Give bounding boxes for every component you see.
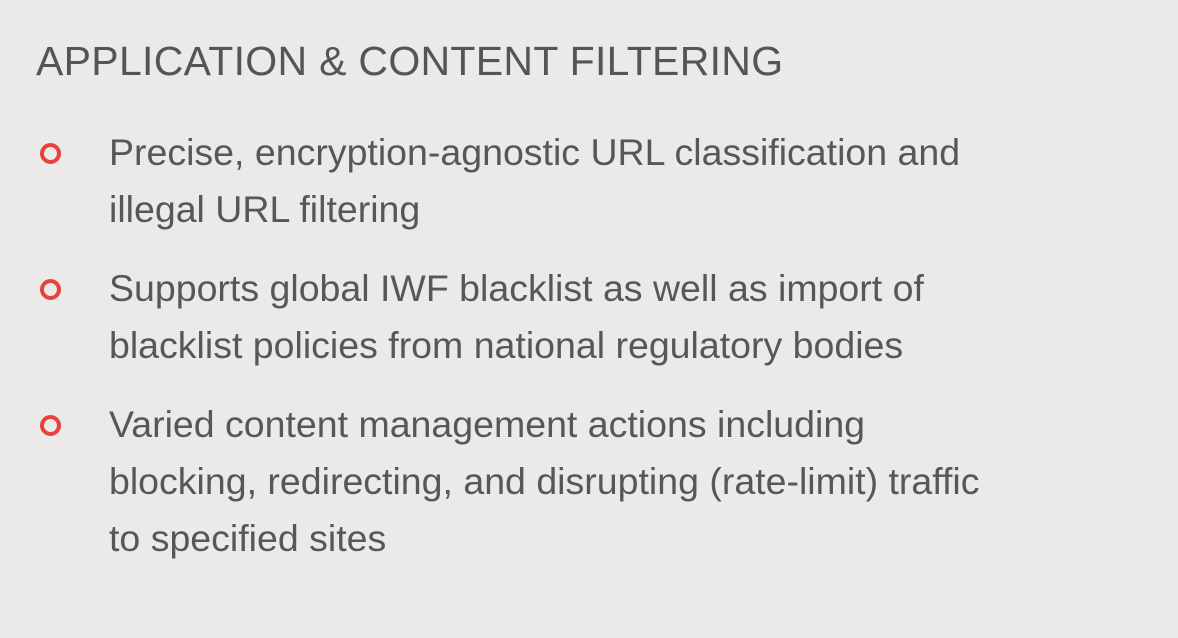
bullet-line: Varied content management actions includ…	[109, 403, 866, 445]
bullet-circle-icon	[40, 143, 61, 164]
bullet-line: Supports global IWF blacklist as well as…	[109, 267, 924, 309]
bullet-line: to specified sites	[109, 517, 387, 559]
bullet-circle-icon	[40, 279, 61, 300]
bullet-line: illegal URL filtering	[109, 188, 421, 230]
bullet-line: blocking, redirecting, and disrupting (r…	[109, 460, 980, 502]
bullet-item: Varied content management actions includ…	[36, 396, 1156, 567]
bullet-line: blacklist policies from national regulat…	[109, 324, 904, 366]
bullet-list: Precise, encryption-agnostic URL classif…	[36, 124, 1156, 589]
bullet-text: Varied content management actions includ…	[109, 396, 1156, 567]
bullet-circle-icon	[40, 415, 61, 436]
bullet-text: Supports global IWF blacklist as well as…	[109, 260, 1156, 374]
bullet-item: Supports global IWF blacklist as well as…	[36, 260, 1156, 374]
bullet-line: Precise, encryption-agnostic URL classif…	[109, 131, 961, 173]
slide-title: APPLICATION & CONTENT FILTERING	[36, 38, 784, 84]
slide: APPLICATION & CONTENT FILTERING Precise,…	[0, 0, 1178, 638]
bullet-item: Precise, encryption-agnostic URL classif…	[36, 124, 1156, 238]
bullet-text: Precise, encryption-agnostic URL classif…	[109, 124, 1156, 238]
